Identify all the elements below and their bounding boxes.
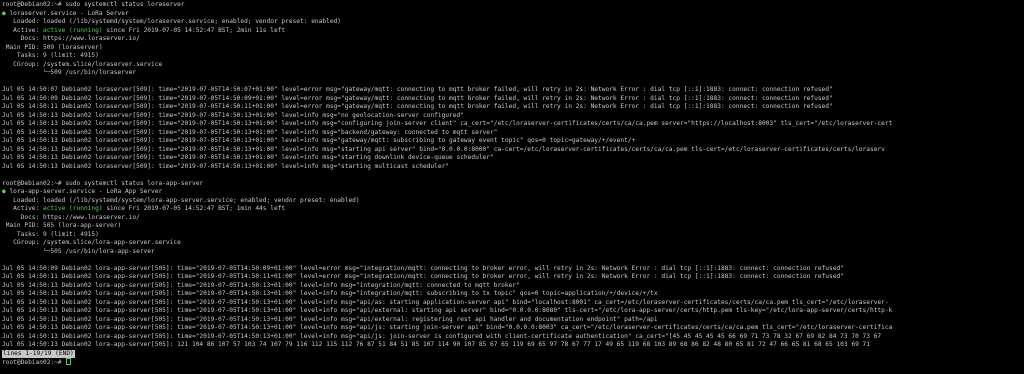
cgroup-line: CGroup: /system.slice/lora-app-server.se… xyxy=(2,239,181,246)
log-line: Jul 05 14:50:13 Debian02 loraserver[509]… xyxy=(2,120,893,127)
cgroup-child-line: └─505 /usr/bin/lora-app-server xyxy=(2,247,155,255)
main-pid-line: Main PID: 509 (loraserver) xyxy=(2,43,103,51)
pager-status: lines 1-19/19 (END) xyxy=(2,349,75,358)
log-line: Jul 05 14:50:13 Debian02 lora-app-server… xyxy=(2,315,658,323)
active-line: Active: active (running) since Fri 2019-… xyxy=(2,205,1022,214)
log-line: Jul 05 14:50:13 Debian02 loraserver[509]… xyxy=(2,137,636,144)
log-line: Jul 05 14:50:13 Debian02 loraserver[509]… xyxy=(2,111,464,119)
log-line: Jul 05 14:50:09 Debian02 loraserver[509]… xyxy=(2,94,833,102)
active-prefix: Active: xyxy=(2,205,43,212)
active-suffix: since Fri 2019-07-05 14:52:47 BST; 1min … xyxy=(102,205,286,212)
cgroup-line: CGroup: /system.slice/loraserver.service xyxy=(2,60,163,68)
prompt-line[interactable]: root@Debian02:~# xyxy=(2,358,1022,367)
active-prefix: Active: xyxy=(2,26,43,34)
service-header: ● loraserver.service - LoRa Server xyxy=(2,10,1022,19)
log-line: Jul 05 14:50:13 Debian02 lora-app-server… xyxy=(2,290,658,297)
pager-status-line: lines 1-19/19 (END) xyxy=(2,349,1022,358)
log-line: Jul 05 14:50:13 Debian02 loraserver[509]… xyxy=(2,162,450,170)
service-header-text: lora-app-server.service - LoRa App Serve… xyxy=(5,188,163,195)
active-suffix: since Fri 2019-07-05 14:52:47 BST; 2min … xyxy=(102,26,286,34)
log-line: Jul 05 14:50:13 Debian02 lora-app-server… xyxy=(2,341,870,348)
log-line: Jul 05 14:50:13 Debian02 loraserver[509]… xyxy=(2,154,494,161)
log-line: Jul 05 14:50:07 Debian02 loraserver[509]… xyxy=(2,86,833,93)
service-status-block: root@Debian02:~# sudo systemctl status l… xyxy=(2,180,1022,350)
active-line: Active: active (running) since Fri 2019-… xyxy=(2,27,1022,36)
log-line: Jul 05 14:50:13 Debian02 loraserver[509]… xyxy=(2,145,885,153)
command-line: root@Debian02:~# sudo systemctl status l… xyxy=(2,179,204,187)
service-header-text: loraserver.service - LoRa Server xyxy=(5,9,129,17)
loaded-line: Loaded: loaded (/lib/systemd/system/lora… xyxy=(2,196,360,204)
shell-prompt: root@Debian02:~# xyxy=(2,359,66,366)
loaded-line: Loaded: loaded (/lib/systemd/system/lora… xyxy=(2,18,341,25)
service-status-block: root@Debian02:~# sudo systemctl status l… xyxy=(2,1,1022,171)
command-line: root@Debian02:~# sudo systemctl status l… xyxy=(2,1,185,8)
terminal-window[interactable]: root@Debian02:~# sudo systemctl status l… xyxy=(0,0,1024,374)
log-line: Jul 05 14:50:13 Debian02 lora-app-server… xyxy=(2,281,520,289)
log-line: Jul 05 14:50:11 Debian02 loraserver[509]… xyxy=(2,103,833,110)
log-line: Jul 05 14:50:13 Debian02 loraserver[509]… xyxy=(2,128,498,136)
log-line: Jul 05 14:50:13 Debian02 lora-app-server… xyxy=(2,332,882,340)
cursor-icon[interactable] xyxy=(66,358,72,365)
log-line: Jul 05 14:50:11 Debian02 lora-app-server… xyxy=(2,273,844,280)
log-line: Jul 05 14:50:13 Debian02 lora-app-server… xyxy=(2,298,889,306)
active-state: active (running) xyxy=(42,205,103,212)
docs-line: Docs: https://www.loraserver.io/ xyxy=(2,213,140,221)
service-header: ● lora-app-server.service - LoRa App Ser… xyxy=(2,188,1022,197)
docs-line: Docs: https://www.loraserver.io/ xyxy=(2,35,140,42)
log-line: Jul 05 14:50:13 Debian02 lora-app-server… xyxy=(2,307,893,314)
tasks-line: Tasks: 9 (limit: 4915) xyxy=(2,230,99,238)
main-pid-line: Main PID: 505 (lora-app-server) xyxy=(2,222,122,229)
active-state: active (running) xyxy=(42,26,103,34)
cgroup-child-line: └─509 /usr/bin/loraserver xyxy=(2,69,137,76)
tasks-line: Tasks: 9 (limit: 4915) xyxy=(2,52,99,59)
log-line: Jul 05 14:50:09 Debian02 lora-app-server… xyxy=(2,264,844,272)
log-line: Jul 05 14:50:13 Debian02 lora-app-server… xyxy=(2,324,893,331)
